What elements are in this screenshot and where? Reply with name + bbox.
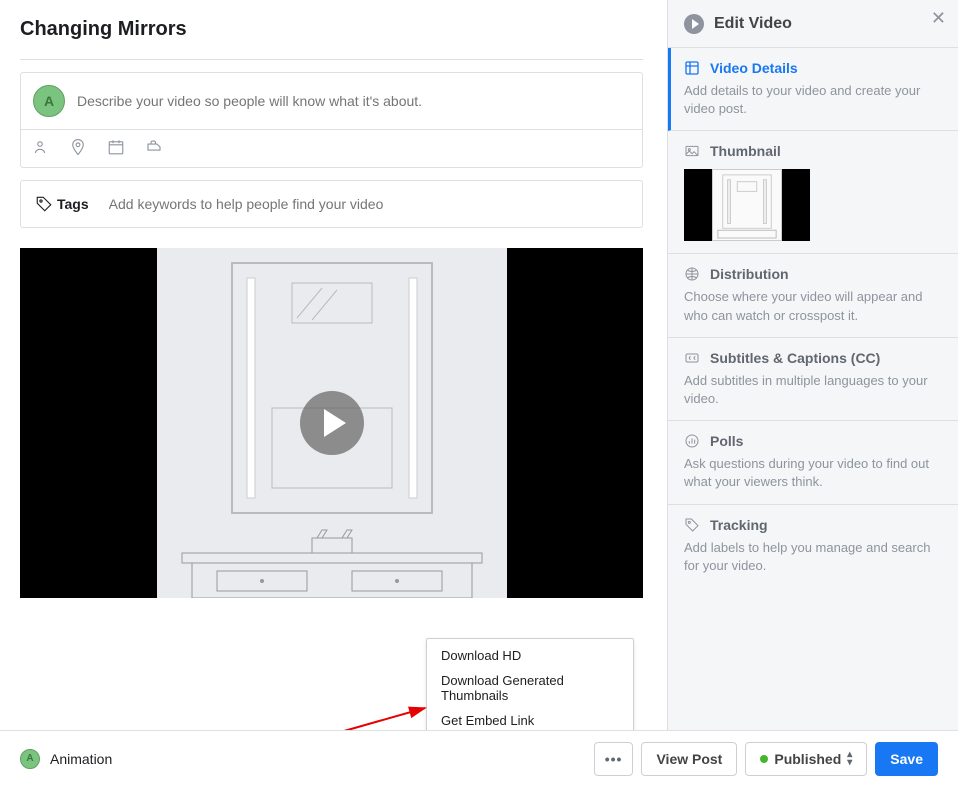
description-input[interactable] (77, 93, 630, 109)
play-circle-icon (684, 14, 704, 34)
section-thumbnail[interactable]: Thumbnail (668, 131, 958, 254)
play-button[interactable] (300, 391, 364, 455)
branded-content-icon[interactable] (145, 138, 163, 159)
poll-icon (684, 433, 700, 449)
location-icon[interactable] (69, 138, 87, 159)
right-panel: Edit Video ✕ Video Details Add details t… (667, 0, 958, 786)
tag-icon (35, 195, 53, 213)
menu-download-hd[interactable]: Download HD (427, 643, 633, 668)
panel-title: Edit Video (714, 15, 792, 33)
tags-card: Tags (20, 180, 643, 228)
divider (20, 59, 643, 60)
section-video-details[interactable]: Video Details Add details to your video … (668, 48, 958, 131)
footer-avatar: A (20, 749, 40, 769)
view-post-button[interactable]: View Post (641, 742, 737, 776)
section-desc: Add details to your video and create you… (684, 82, 942, 118)
section-subtitles[interactable]: Subtitles & Captions (CC) Add subtitles … (668, 338, 958, 421)
details-icon (684, 60, 700, 76)
footer-page-name: Animation (50, 751, 112, 767)
save-button[interactable]: Save (875, 742, 938, 776)
menu-download-thumbnails[interactable]: Download Generated Thumbnails (427, 668, 633, 708)
page-title: Changing Mirrors (20, 18, 643, 41)
section-desc: Add subtitles in multiple languages to y… (684, 372, 942, 408)
cc-icon (684, 350, 700, 366)
tag-people-icon[interactable] (31, 138, 49, 159)
section-polls[interactable]: Polls Ask questions during your video to… (668, 421, 958, 504)
tracking-tag-icon (684, 517, 700, 533)
distribution-icon (684, 266, 700, 282)
section-tracking[interactable]: Tracking Add labels to help you manage a… (668, 505, 958, 587)
footer: A Animation ••• View Post Published ▴▾ S… (0, 730, 958, 786)
thumb-illustration (713, 170, 781, 240)
calendar-icon[interactable] (107, 138, 125, 159)
section-desc: Add labels to help you manage and search… (684, 539, 942, 575)
description-card: A (20, 72, 643, 168)
published-dropdown[interactable]: Published ▴▾ (745, 742, 867, 776)
thumbnail-preview[interactable] (684, 169, 810, 241)
status-dot-icon (760, 755, 768, 763)
avatar: A (33, 85, 65, 117)
tags-input[interactable] (109, 196, 628, 212)
section-desc: Choose where your video will appear and … (684, 288, 942, 324)
sort-arrows-icon: ▴▾ (847, 751, 852, 767)
more-options-button[interactable]: ••• (594, 742, 634, 776)
close-icon[interactable]: ✕ (931, 8, 946, 29)
section-distribution[interactable]: Distribution Choose where your video wil… (668, 254, 958, 337)
section-desc: Ask questions during your video to find … (684, 455, 942, 491)
tags-label: Tags (35, 195, 89, 213)
image-icon (684, 143, 700, 159)
video-preview[interactable] (20, 248, 643, 598)
